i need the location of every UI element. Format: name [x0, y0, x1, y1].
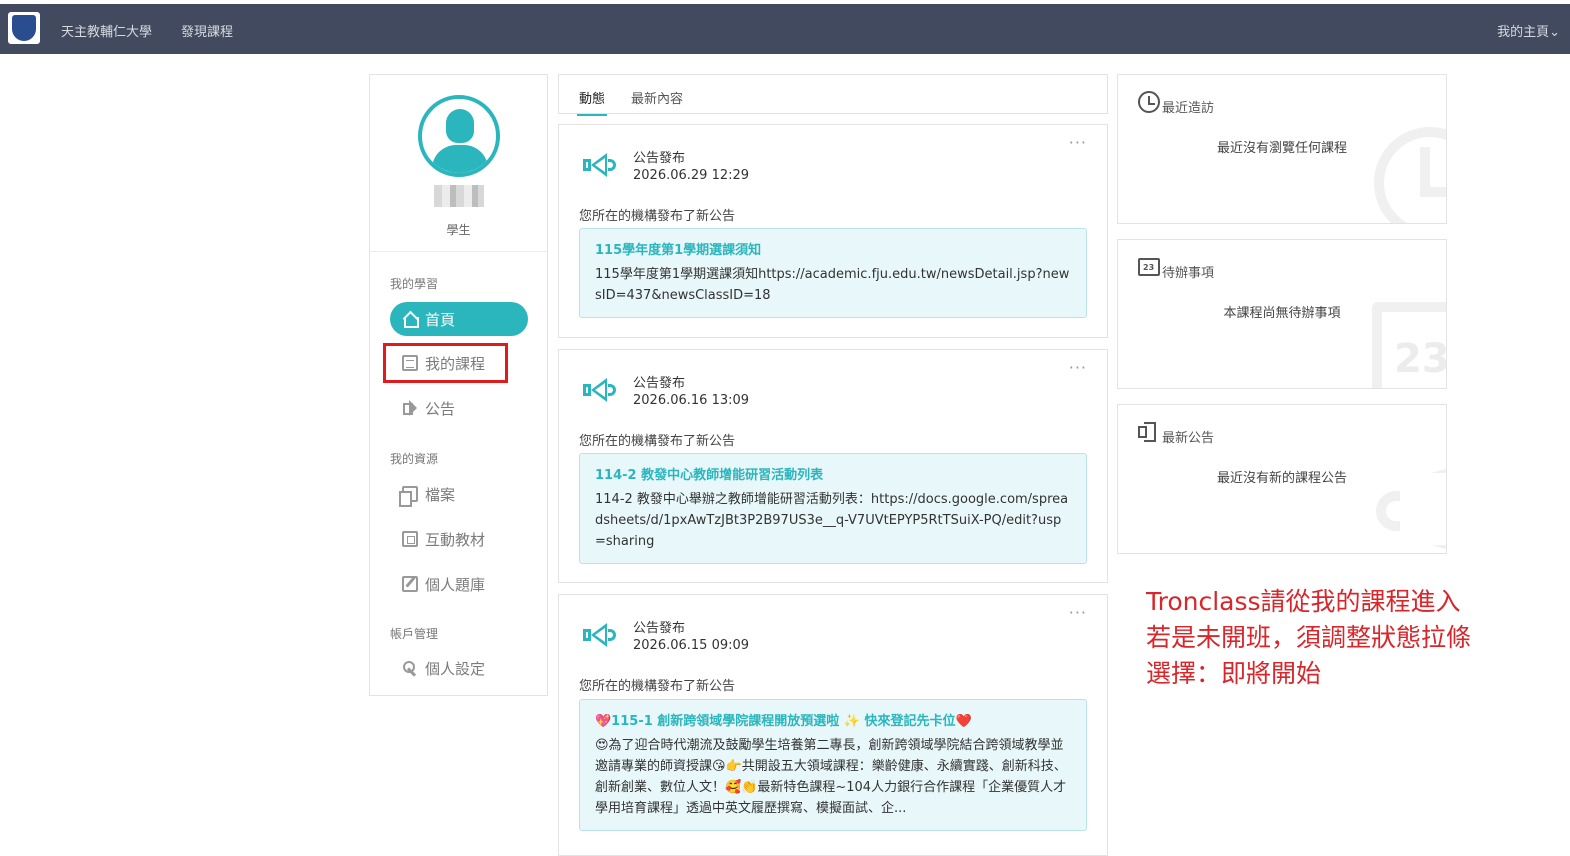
sidebar-item-home[interactable]: 首頁	[390, 302, 528, 336]
feed-card-date: 2026.06.29 12:29	[633, 168, 750, 183]
feed-card-type: 公告發布	[633, 151, 686, 166]
instruction-line: 選擇：即將開始	[1146, 659, 1322, 688]
announcement-icon	[402, 400, 418, 416]
sidebar-item-settings[interactable]: 個人設定	[390, 651, 528, 685]
feed-card-type: 公告發布	[633, 376, 686, 391]
settings-wrench-icon	[402, 660, 418, 676]
section-account-management: 帳戶管理	[390, 627, 439, 641]
announcement-body: 115學年度第1學期選課須知https://academic.fju.edu.t…	[595, 267, 1070, 303]
instruction-note: Tronclass請從我的課程進入 若是未開班，須調整狀態拉條 選擇：即將開始	[1146, 584, 1471, 692]
feed-card-description: 您所在的機構發布了新公告	[579, 679, 736, 694]
recent-visits-widget: 最近造訪 最近沒有瀏覽任何課程	[1117, 74, 1447, 224]
widget-title: 待辦事項	[1162, 266, 1215, 281]
discover-courses-link[interactable]: 發現課程	[181, 21, 233, 40]
megaphone-body-shape	[583, 384, 591, 396]
feed-card-description: 您所在的機構發布了新公告	[579, 209, 736, 224]
latest-announcements-widget: 最新公告 最近沒有新的課程公告	[1117, 404, 1447, 554]
avatar-head-icon	[446, 109, 474, 143]
tab-latest-content[interactable]: 最新內容	[631, 88, 683, 107]
speaker-watermark-arc	[1376, 491, 1400, 531]
top-navigation-bar: 天主教輔仁大學 發現課程 我的主頁⌄	[0, 4, 1570, 54]
megaphone-wave-shape	[608, 384, 616, 396]
feed-card: 公告發布 2026.06.29 12:29 ··· 您所在的機構發布了新公告 1…	[558, 124, 1108, 338]
avatar-body-icon	[432, 145, 488, 173]
megaphone-cone-inner-shape	[595, 628, 605, 642]
announcement-body: 114-2 教發中心舉辦之教師增能研習活動列表：https://docs.goo…	[595, 492, 1069, 549]
shield-emblem-icon	[12, 15, 36, 41]
megaphone-icon	[583, 378, 617, 404]
university-logo[interactable]	[8, 12, 40, 44]
more-options-icon[interactable]: ···	[1069, 358, 1087, 377]
more-options-icon[interactable]: ···	[1069, 603, 1087, 622]
more-options-icon[interactable]: ···	[1069, 133, 1087, 152]
announcement-title[interactable]: 💖115-1 創新跨領域學院課程開放預選啦 ✨ 快來登記先卡位❤️	[595, 710, 1071, 729]
interactive-material-icon	[402, 531, 418, 547]
megaphone-cone-inner-shape	[595, 383, 605, 397]
sidebar-item-label: 公告	[425, 399, 456, 418]
announcement-title[interactable]: 114-2 教發中心教師增能研習活動列表	[595, 464, 1071, 483]
megaphone-cone-inner-shape	[595, 158, 605, 172]
sidebar-item-label: 互動教材	[425, 530, 486, 549]
question-bank-icon	[402, 576, 418, 592]
left-sidebar: 學生 我的學習 首頁 我的課程 公告 我的資源 檔案 互動教材 個人題庫 帳戶管…	[369, 74, 548, 696]
feed-card-description: 您所在的機構發布了新公告	[579, 434, 736, 449]
divider	[370, 251, 547, 252]
sidebar-item-label: 個人題庫	[425, 575, 486, 594]
megaphone-wave-shape	[608, 629, 616, 641]
highlight-annotation-box	[383, 343, 508, 383]
sidebar-item-files[interactable]: 檔案	[390, 477, 528, 511]
feed-card-date: 2026.06.15 09:09	[633, 638, 750, 653]
widget-title: 最新公告	[1162, 431, 1215, 446]
feed-card-date: 2026.06.16 13:09	[633, 393, 750, 408]
megaphone-icon	[583, 153, 617, 179]
announcement-preview[interactable]: 115學年度第1學期選課須知 115學年度第1學期選課須知https://aca…	[579, 228, 1087, 318]
widget-message: 本課程尚無待辦事項	[1223, 306, 1341, 321]
sidebar-item-interactive-materials[interactable]: 互動教材	[390, 522, 528, 556]
sidebar-item-label: 首頁	[425, 310, 456, 329]
announcement-title[interactable]: 115學年度第1學期選課須知	[595, 239, 1071, 258]
my-home-menu[interactable]: 我的主頁⌄	[1497, 21, 1560, 40]
widget-message: 最近沒有新的課程公告	[1216, 471, 1347, 486]
megaphone-wave-shape	[608, 159, 616, 171]
widget-title: 最近造訪	[1162, 101, 1215, 116]
file-icon	[399, 486, 418, 507]
tab-activity[interactable]: 動態	[576, 88, 608, 116]
sidebar-item-question-bank[interactable]: 個人題庫	[390, 567, 528, 601]
megaphone-icon	[583, 623, 617, 649]
blurred-username	[434, 185, 484, 207]
speaker-icon	[1138, 421, 1160, 443]
avatar[interactable]	[418, 95, 500, 177]
my-home-label: 我的主頁	[1497, 25, 1550, 40]
university-link[interactable]: 天主教輔仁大學	[61, 21, 152, 40]
clock-icon	[1138, 91, 1160, 113]
home-icon	[402, 311, 419, 328]
sidebar-item-label: 個人設定	[425, 659, 486, 678]
feed-tabs: 動態 最新內容	[558, 74, 1108, 116]
widget-message: 最近沒有瀏覽任何課程	[1216, 141, 1347, 156]
chevron-down-icon: ⌄	[1549, 25, 1560, 40]
announcement-preview[interactable]: 114-2 教發中心教師增能研習活動列表 114-2 教發中心舉辦之教師增能研習…	[579, 453, 1087, 564]
announcement-body: 😍為了迎合時代潮流及鼓勵學生培養第二專長，創新跨領域學院結合跨領域教學並邀請專業…	[595, 738, 1067, 816]
instruction-line: 若是未開班，須調整狀態拉條	[1146, 623, 1472, 652]
sidebar-item-label: 檔案	[425, 485, 456, 504]
user-role: 學生	[446, 223, 471, 237]
feed-card: 公告發布 2026.06.15 09:09 ··· 您所在的機構發布了新公告 💖…	[558, 594, 1108, 856]
instruction-line: Tronclass請從我的課程進入	[1146, 587, 1461, 616]
megaphone-body-shape	[583, 159, 591, 171]
megaphone-body-shape	[583, 629, 591, 641]
calendar-icon	[1138, 258, 1160, 276]
announcement-preview[interactable]: 💖115-1 創新跨領域學院課程開放預選啦 ✨ 快來登記先卡位❤️ 😍為了迎合時…	[579, 699, 1087, 831]
sidebar-item-announcements[interactable]: 公告	[390, 391, 528, 425]
feed-card-type: 公告發布	[633, 621, 686, 636]
section-my-learning: 我的學習	[390, 277, 439, 291]
todo-widget: 23 待辦事項 本課程尚無待辦事項	[1117, 239, 1447, 389]
feed-card: 公告發布 2026.06.16 13:09 ··· 您所在的機構發布了新公告 1…	[558, 349, 1108, 583]
section-my-resources: 我的資源	[390, 452, 439, 466]
